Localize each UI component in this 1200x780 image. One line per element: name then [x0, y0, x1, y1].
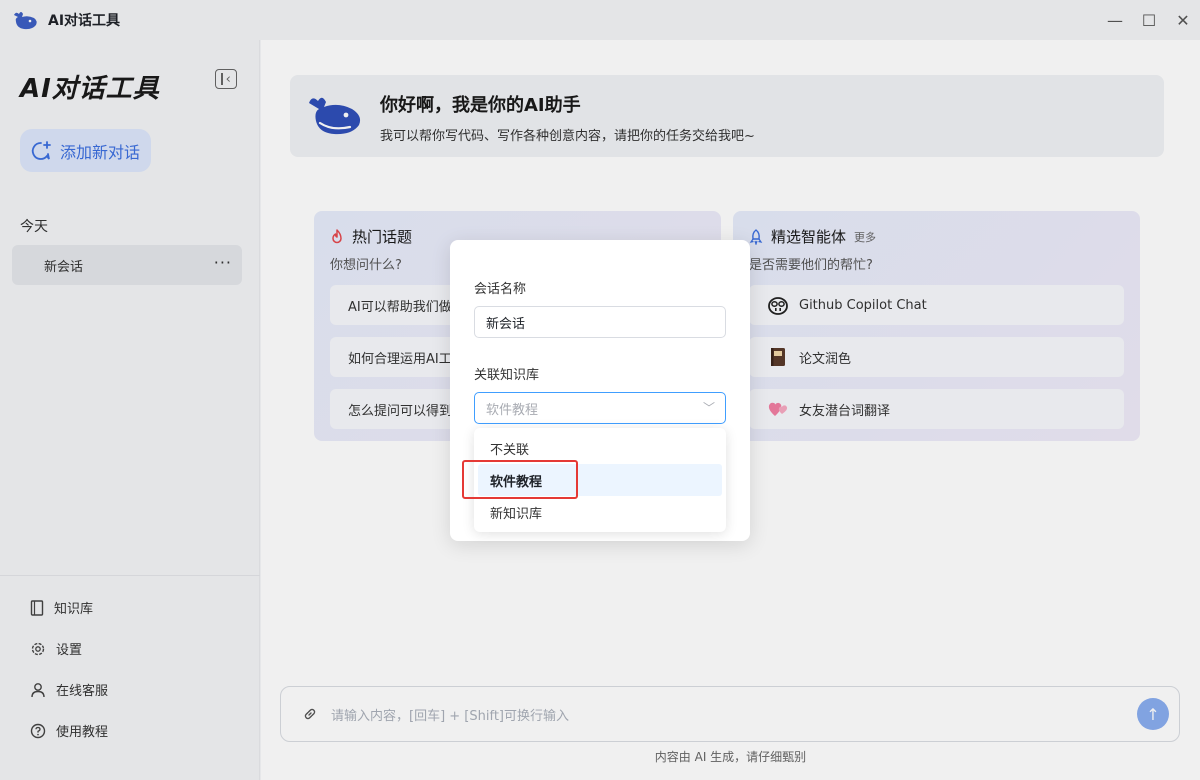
knowledge-base-selected-value: 软件教程	[486, 402, 539, 418]
session-name-input[interactable]: 新会话	[474, 306, 726, 338]
knowledge-base-label: 关联知识库	[474, 368, 540, 383]
dropdown-option-new-knowledge-base[interactable]: 新知识库	[478, 496, 722, 528]
highlight-annotation-box	[462, 460, 578, 499]
chevron-down-icon: ﹀	[702, 401, 715, 415]
session-name-label: 会话名称	[474, 282, 527, 297]
knowledge-base-select[interactable]: 软件教程 ﹀	[474, 392, 726, 424]
